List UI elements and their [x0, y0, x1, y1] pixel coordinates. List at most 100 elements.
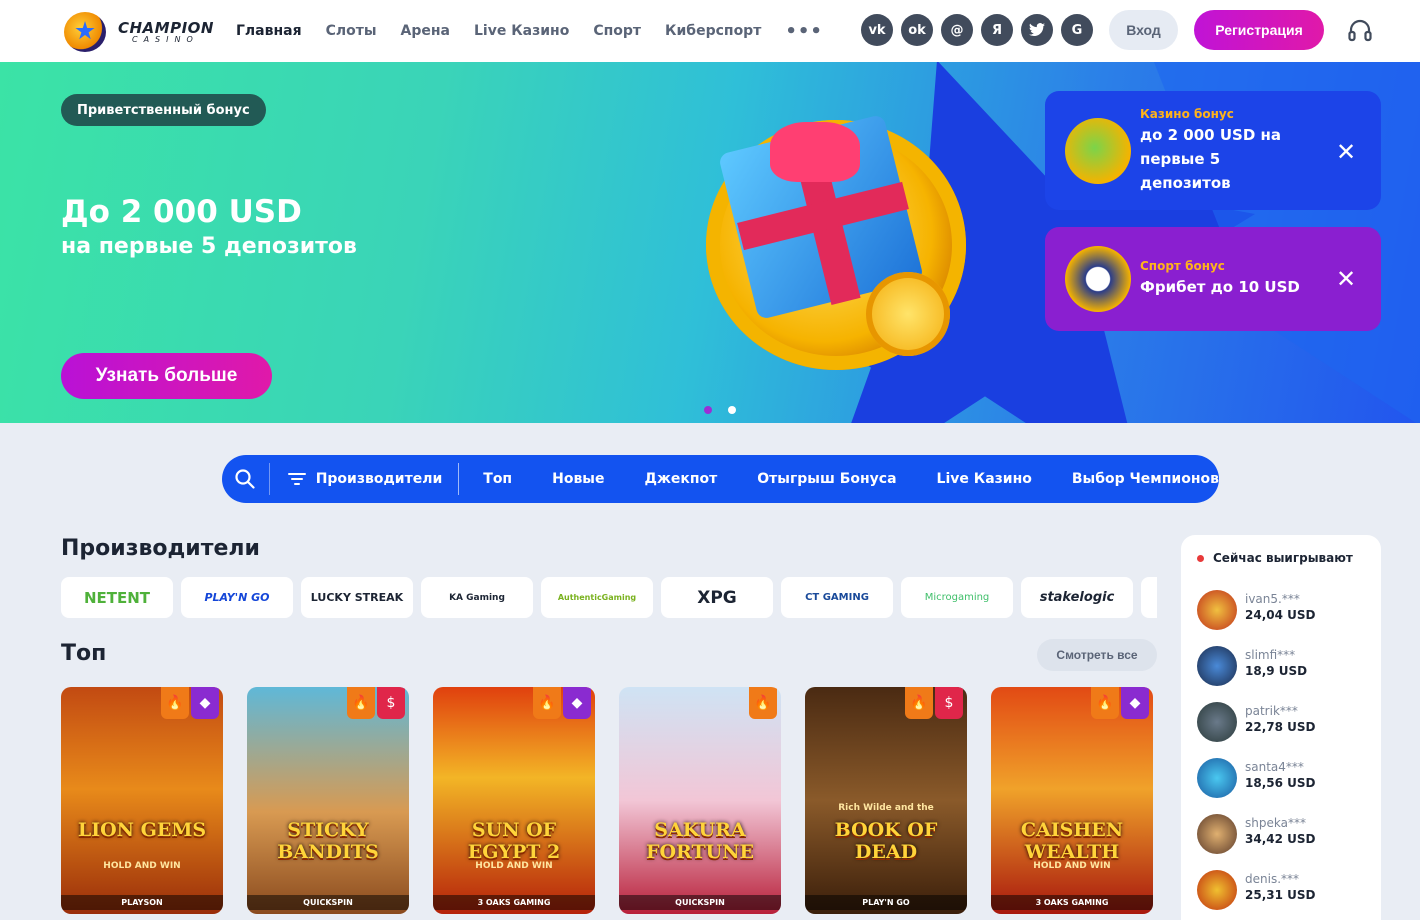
- game-provider: PLAY'N GO: [805, 895, 967, 910]
- header: CHAMPION CASINO Главная Слоты Арена Live…: [0, 0, 1420, 62]
- google-icon[interactable]: G: [1061, 14, 1093, 46]
- casino-bonus-card[interactable]: Казино бонус до 2 000 USD на первые 5 де…: [1045, 91, 1381, 210]
- main-nav: Главная Слоты Арена Live Казино Спорт Ки…: [236, 0, 847, 62]
- provider-lucky-streak[interactable]: LUCKY STREAK: [301, 577, 413, 618]
- nav-home[interactable]: Главная: [236, 23, 302, 39]
- promo-text: до 2 000 USD на первые 5 депозитов: [1140, 126, 1281, 192]
- game-provider: QUICKSPIN: [619, 895, 781, 910]
- nav-more-icon[interactable]: •••: [785, 21, 823, 42]
- provider-netent[interactable]: NETENT: [61, 577, 173, 618]
- hot-icon: 🔥: [161, 687, 189, 719]
- category-jackpot[interactable]: Джекпот: [644, 471, 717, 487]
- diamond-icon: ◆: [563, 687, 591, 719]
- nav-esports[interactable]: Киберспорт: [665, 23, 761, 39]
- game-subtitle: HOLD AND WIN: [103, 861, 181, 871]
- learn-more-button[interactable]: Узнать больше: [61, 353, 272, 399]
- promo-label: Казино бонус: [1140, 107, 1234, 121]
- game-provider: PLAYSON: [61, 895, 223, 910]
- hot-icon: 🔥: [1091, 687, 1119, 719]
- winner-row[interactable]: santa4*** 18,56 USD: [1197, 758, 1372, 798]
- close-icon[interactable]: ✕: [1333, 139, 1359, 165]
- winners-title: Сейчас выигрывают: [1213, 551, 1353, 565]
- game-avatar: [1197, 702, 1237, 742]
- game-title: STICKY BANDITS: [277, 819, 379, 863]
- nav-live-casino[interactable]: Live Казино: [474, 23, 569, 39]
- hot-icon: 🔥: [347, 687, 375, 719]
- provider-ct-gaming[interactable]: CT GAMING: [781, 577, 893, 618]
- winner-row[interactable]: patrik*** 22,78 USD: [1197, 702, 1372, 742]
- bonus-buy-icon: $: [377, 687, 405, 719]
- winner-row[interactable]: slimfi*** 18,9 USD: [1197, 646, 1372, 686]
- carousel-dot-1[interactable]: [704, 406, 712, 414]
- live-winners-panel: Сейчас выигрывают ivan5.*** 24,04 USD sl…: [1181, 535, 1381, 920]
- twitter-icon[interactable]: [1021, 14, 1053, 46]
- game-avatar: [1197, 870, 1237, 910]
- game-card[interactable]: 🔥 ◆ SUN OF EGYPT 2 HOLD AND WIN 3 OAKS G…: [433, 687, 595, 914]
- game-card[interactable]: 🔥 SAKURA FORTUNE QUICKSPIN: [619, 687, 781, 914]
- game-card[interactable]: 🔥 $ BOOK OF DEAD Rich Wilde and the PLAY…: [805, 687, 967, 914]
- game-subtitle: HOLD AND WIN: [1033, 861, 1111, 871]
- providers-filter[interactable]: Производители: [270, 463, 460, 495]
- category-new[interactable]: Новые: [552, 471, 604, 487]
- game-avatar: [1197, 646, 1237, 686]
- welcome-bonus-badge: Приветственный бонус: [61, 94, 266, 126]
- game-title: LION GEMS: [77, 819, 207, 841]
- winner-name: slimfi***: [1245, 648, 1296, 662]
- nav-sport[interactable]: Спорт: [593, 23, 641, 39]
- game-card[interactable]: 🔥 ◆ CAISHEN WEALTH HOLD AND WIN 3 OAKS G…: [991, 687, 1153, 914]
- game-provider: 3 OAKS GAMING: [991, 895, 1153, 910]
- winner-amount: 22,78 USD: [1245, 720, 1316, 734]
- game-card[interactable]: 🔥 ◆ LION GEMS HOLD AND WIN PLAYSON: [61, 687, 223, 914]
- game-avatar: [1197, 814, 1237, 854]
- nav-slots[interactable]: Слоты: [326, 23, 377, 39]
- provider-ka-gaming[interactable]: KA Gaming: [421, 577, 533, 618]
- live-dot-icon: [1197, 554, 1204, 562]
- winner-row[interactable]: ivan5.*** 24,04 USD: [1197, 590, 1372, 630]
- winner-amount: 18,56 USD: [1245, 776, 1316, 790]
- top-games-list: 🔥 ◆ LION GEMS HOLD AND WIN PLAYSON 🔥 $ S…: [61, 687, 1177, 914]
- category-champions-choice[interactable]: Выбор Чемпионов: [1072, 471, 1219, 487]
- logo-title: CHAMPION: [118, 18, 214, 37]
- provider-card-partial[interactable]: [1141, 577, 1157, 618]
- close-icon[interactable]: ✕: [1333, 266, 1359, 292]
- carousel-dots: [704, 406, 752, 414]
- provider-xpg[interactable]: XPG: [661, 577, 773, 618]
- winner-amount: 24,04 USD: [1245, 608, 1316, 622]
- game-avatar: [1197, 590, 1237, 630]
- hero-title: До 2 000 USD: [61, 194, 302, 230]
- category-top[interactable]: Топ: [483, 471, 512, 487]
- winner-amount: 18,9 USD: [1245, 664, 1308, 678]
- logo[interactable]: CHAMPION CASINO: [64, 12, 214, 52]
- game-card[interactable]: 🔥 $ STICKY BANDITS QUICKSPIN: [247, 687, 409, 914]
- odnoklassniki-icon[interactable]: ok: [901, 14, 933, 46]
- game-title: SUN OF EGYPT 2: [467, 819, 561, 863]
- winner-amount: 25,31 USD: [1245, 888, 1316, 902]
- social-login: vk ok @ Я G: [861, 14, 1101, 46]
- provider-playngo[interactable]: PLAY'N GO: [181, 577, 293, 618]
- provider-stakelogic[interactable]: stakelogic: [1021, 577, 1133, 618]
- sport-bonus-card[interactable]: Спорт бонус Фрибет до 10 USD ✕: [1045, 227, 1381, 331]
- small-coin-image: [866, 272, 950, 356]
- yandex-icon[interactable]: Я: [981, 14, 1013, 46]
- game-subtitle: HOLD AND WIN: [475, 861, 553, 871]
- carousel-dot-2[interactable]: [728, 406, 736, 414]
- provider-microgaming[interactable]: Microgaming: [901, 577, 1013, 618]
- login-button[interactable]: Вход: [1109, 10, 1178, 50]
- headset-support-icon[interactable]: [1347, 18, 1373, 44]
- hot-icon: 🔥: [905, 687, 933, 719]
- category-live-casino[interactable]: Live Казино: [937, 471, 1032, 487]
- diamond-icon: ◆: [191, 687, 219, 719]
- game-title: CAISHEN WEALTH: [1020, 819, 1124, 863]
- hero-subtitle: на первые 5 депозитов: [61, 234, 357, 259]
- see-all-button[interactable]: Смотреть все: [1037, 639, 1157, 671]
- nav-arena[interactable]: Арена: [401, 23, 450, 39]
- winner-row[interactable]: shpeka*** 34,42 USD: [1197, 814, 1372, 854]
- vk-icon[interactable]: vk: [861, 14, 893, 46]
- winner-row[interactable]: denis.*** 25,31 USD: [1197, 870, 1372, 910]
- category-bonus-wagering[interactable]: Отыгрыш Бонуса: [757, 471, 896, 487]
- register-button[interactable]: Регистрация: [1194, 10, 1324, 50]
- provider-authentic-gaming[interactable]: AuthenticGaming: [541, 577, 653, 618]
- search-icon[interactable]: [222, 463, 270, 495]
- bonus-buy-icon: $: [935, 687, 963, 719]
- mail-icon[interactable]: @: [941, 14, 973, 46]
